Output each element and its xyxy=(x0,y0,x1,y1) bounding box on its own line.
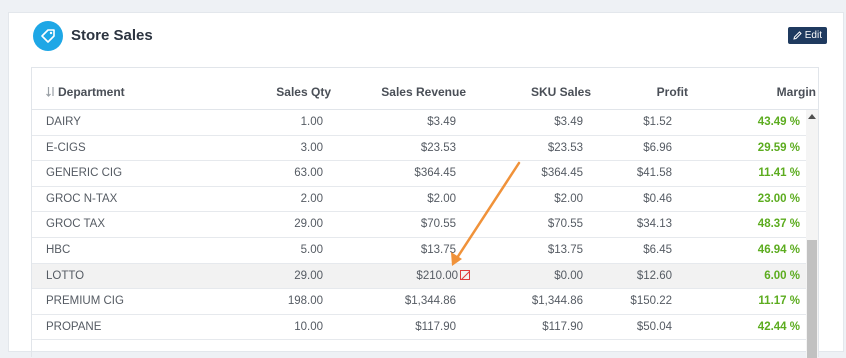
cell-department: DAIRY xyxy=(46,116,81,128)
edit-button[interactable]: Edit xyxy=(787,27,827,44)
store-sales-widget: Store Sales Edit Department Sales Qty Sa… xyxy=(8,12,844,358)
scrollbar-thumb[interactable] xyxy=(807,240,817,358)
cell-department: GENERIC CIG xyxy=(46,167,123,180)
cell-sales-revenue-value: $210.00 xyxy=(416,269,458,282)
cell-profit: $41.58 xyxy=(636,167,672,180)
tag-icon xyxy=(33,21,63,51)
table-scrollbar[interactable] xyxy=(806,110,818,358)
cell-department: LOTTO xyxy=(46,269,85,282)
cell-sales-revenue: $23.53 xyxy=(420,141,456,154)
sort-icon xyxy=(46,87,54,97)
column-department-label: Department xyxy=(58,85,125,99)
cell-margin: 6.00 % xyxy=(764,269,800,282)
column-margin[interactable]: Margin xyxy=(777,85,816,99)
cell-profit: $6.96 xyxy=(643,141,672,154)
cell-sku-sales: $13.75 xyxy=(547,243,583,256)
cell-department: GROC TAX xyxy=(46,218,105,231)
cell-sku-sales: $23.53 xyxy=(547,141,583,154)
cell-department: GROC N-TAX xyxy=(46,192,118,205)
cell-sales-revenue: $13.75 xyxy=(420,243,456,256)
column-profit[interactable]: Profit xyxy=(657,85,688,99)
cell-profit: $50.04 xyxy=(636,320,672,333)
cell-sales-qty: 1.00 xyxy=(300,116,323,128)
cell-sku-sales: $1,344.86 xyxy=(531,295,583,308)
column-sku-sales[interactable]: SKU Sales xyxy=(531,85,591,99)
cell-margin: 23.00 % xyxy=(757,192,800,205)
top-bar xyxy=(0,0,846,10)
warning-icon[interactable] xyxy=(460,269,470,280)
cell-sales-revenue: $2.00 xyxy=(427,192,456,205)
cell-department: PREMIUM CIG xyxy=(46,295,124,308)
table-row[interactable]: PROPANE 10.00 $117.90 $117.90 $50.04 42.… xyxy=(32,315,808,341)
cell-margin: 42.44 % xyxy=(757,320,800,333)
cell-margin: 11.17 % xyxy=(758,295,800,308)
widget-header: Store Sales Edit xyxy=(9,13,843,63)
table-row[interactable]: GROC TAX 29.00 $70.55 $70.55 $34.13 48.3… xyxy=(32,212,808,238)
column-sales-revenue[interactable]: Sales Revenue xyxy=(381,85,466,99)
table-row[interactable]: LOTTO 29.00 $210.00 $0.00 $12.60 6.00 % xyxy=(32,263,808,290)
cell-sales-qty: 10.00 xyxy=(294,320,323,333)
pencil-icon xyxy=(793,31,802,40)
cell-department: E-CIGS xyxy=(46,141,86,154)
cell-sku-sales: $2.00 xyxy=(554,192,583,205)
cell-profit: $1.52 xyxy=(643,116,672,128)
column-department[interactable]: Department xyxy=(46,85,125,99)
table-body: DAIRY 1.00 $3.49 $3.49 $1.52 43.49 % E-C… xyxy=(32,110,808,341)
table-row[interactable]: GENERIC CIG 63.00 $364.45 $364.45 $41.58… xyxy=(32,161,808,187)
cell-sales-qty: 29.00 xyxy=(294,218,323,231)
cell-profit: $34.13 xyxy=(636,218,672,231)
cell-sales-revenue: $1,344.86 xyxy=(404,295,456,308)
cell-margin: 46.94 % xyxy=(757,243,800,256)
column-sales-qty[interactable]: Sales Qty xyxy=(276,85,331,99)
table-row[interactable]: E-CIGS 3.00 $23.53 $23.53 $6.96 29.59 % xyxy=(32,136,808,162)
cell-sales-revenue: $364.45 xyxy=(414,167,456,180)
table-row[interactable]: DAIRY 1.00 $3.49 $3.49 $1.52 43.49 % xyxy=(32,110,808,136)
cell-sales-qty: 5.00 xyxy=(300,243,323,256)
cell-margin: 11.41 % xyxy=(758,167,800,180)
scroll-up-icon[interactable] xyxy=(808,114,816,119)
cell-sales-qty: 29.00 xyxy=(294,269,323,282)
cell-sales-revenue: $70.55 xyxy=(420,218,456,231)
cell-sales-qty: 63.00 xyxy=(294,167,323,180)
table-row[interactable]: HBC 5.00 $13.75 $13.75 $6.45 46.94 % xyxy=(32,238,808,264)
sales-table: Department Sales Qty Sales Revenue SKU S… xyxy=(31,67,819,358)
cell-profit: $150.22 xyxy=(630,295,672,308)
table-header: Department Sales Qty Sales Revenue SKU S… xyxy=(32,68,818,110)
cell-sales-qty: 2.00 xyxy=(300,192,323,205)
cell-sku-sales: $0.00 xyxy=(554,269,583,282)
cell-sku-sales: $364.45 xyxy=(541,167,583,180)
cell-sku-sales: $117.90 xyxy=(542,320,583,333)
cell-sales-revenue: $117.90 xyxy=(415,320,456,333)
cell-department: PROPANE xyxy=(46,320,102,333)
cell-profit: $6.45 xyxy=(643,243,672,256)
cell-margin: 29.59 % xyxy=(757,141,800,154)
cell-sales-qty: 198.00 xyxy=(287,295,323,308)
cell-profit: $0.46 xyxy=(643,192,672,205)
cell-sales-qty: 3.00 xyxy=(300,141,323,154)
table-row[interactable]: PREMIUM CIG 198.00 $1,344.86 $1,344.86 $… xyxy=(32,289,808,315)
cell-sku-sales: $70.55 xyxy=(547,218,583,231)
table-row[interactable]: GROC N-TAX 2.00 $2.00 $2.00 $0.46 23.00 … xyxy=(32,187,808,213)
cell-margin: 43.49 % xyxy=(757,116,800,128)
cell-department: HBC xyxy=(46,243,71,256)
cell-sales-revenue: $3.49 xyxy=(427,116,456,128)
widget-title: Store Sales xyxy=(71,27,153,44)
cell-sku-sales: $3.49 xyxy=(554,116,583,128)
cell-margin: 48.37 % xyxy=(757,218,800,231)
cell-profit: $12.60 xyxy=(636,269,672,282)
cell-sales-revenue: $210.00 xyxy=(416,269,470,282)
edit-button-label: Edit xyxy=(804,30,822,41)
